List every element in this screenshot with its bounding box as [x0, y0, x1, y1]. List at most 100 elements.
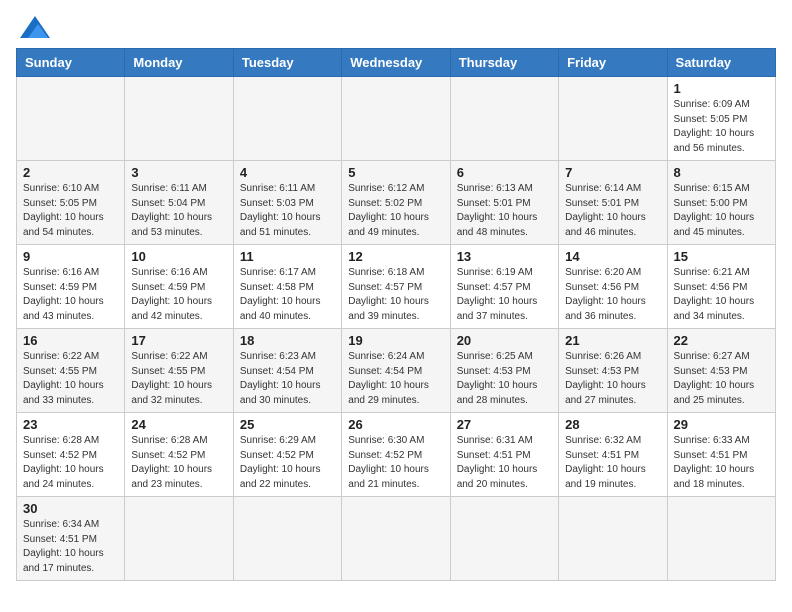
- calendar-cell: 15Sunrise: 6:21 AM Sunset: 4:56 PM Dayli…: [667, 245, 775, 329]
- day-number: 21: [565, 333, 660, 348]
- day-number: 3: [131, 165, 226, 180]
- day-info: Sunrise: 6:20 AM Sunset: 4:56 PM Dayligh…: [565, 266, 660, 324]
- day-number: 17: [131, 333, 226, 348]
- day-info: Sunrise: 6:23 AM Sunset: 4:54 PM Dayligh…: [240, 350, 335, 408]
- calendar-cell: 1 Sunrise: 6:09 AM Sunset: 5:05 PM Daylig…: [667, 77, 775, 161]
- weekday-header-saturday: Saturday: [667, 49, 775, 77]
- day-info: Sunrise: 6:12 AM Sunset: 5:02 PM Dayligh…: [348, 182, 443, 240]
- weekday-header-friday: Friday: [559, 49, 667, 77]
- calendar-cell: [233, 497, 341, 581]
- week-row-2: 9 Sunrise: 6:16 AM Sunset: 4:59 PM Daylig…: [17, 245, 776, 329]
- calendar-cell: 25Sunrise: 6:29 AM Sunset: 4:52 PM Dayli…: [233, 413, 341, 497]
- week-row-1: 2Sunrise: 6:10 AM Sunset: 5:05 PM Daylig…: [17, 161, 776, 245]
- week-row-3: 16 Sunrise: 6:22 AM Sunset: 4:55 PM Dayli…: [17, 329, 776, 413]
- weekday-header-wednesday: Wednesday: [342, 49, 450, 77]
- day-info: Sunrise: 6:09 AM Sunset: 5:05 PM Dayligh…: [674, 98, 769, 156]
- calendar-cell: [450, 497, 558, 581]
- day-number: 11: [240, 249, 335, 264]
- logo: [16, 16, 50, 38]
- calendar-cell: [667, 497, 775, 581]
- calendar-cell: 6 Sunrise: 6:13 AM Sunset: 5:01 PM Daylig…: [450, 161, 558, 245]
- calendar-cell: 9Sunrise: 6:16 AM Sunset: 4:59 PM Daylig…: [17, 245, 125, 329]
- day-number: 12: [348, 249, 443, 264]
- day-info: Sunrise: 6:11 AM Sunset: 5:04 PM Dayligh…: [131, 182, 226, 240]
- calendar-cell: [342, 77, 450, 161]
- day-number: 13: [457, 249, 552, 264]
- calendar-cell: 26 Sunrise: 6:30 AM Sunset: 4:52 PM Dayli…: [342, 413, 450, 497]
- day-number: 23: [23, 417, 118, 432]
- day-info: Sunrise: 6:28 AM Sunset: 4:52 PM Dayligh…: [23, 434, 118, 492]
- header: [16, 16, 776, 38]
- day-number: 10: [131, 249, 226, 264]
- day-number: 5: [348, 165, 443, 180]
- week-row-4: 23 Sunrise: 6:28 AM Sunset: 4:52 PM Dayli…: [17, 413, 776, 497]
- day-number: 4: [240, 165, 335, 180]
- day-number: 30: [23, 501, 118, 516]
- day-number: 15: [674, 249, 769, 264]
- day-number: 8: [674, 165, 769, 180]
- week-row-0: 1 Sunrise: 6:09 AM Sunset: 5:05 PM Daylig…: [17, 77, 776, 161]
- day-info: Sunrise: 6:17 AM Sunset: 4:58 PM Dayligh…: [240, 266, 335, 324]
- day-info: Sunrise: 6:24 AM Sunset: 4:54 PM Dayligh…: [348, 350, 443, 408]
- day-info: Sunrise: 6:29 AM Sunset: 4:52 PM Dayligh…: [240, 434, 335, 492]
- weekday-header-monday: Monday: [125, 49, 233, 77]
- calendar-cell: 20 Sunrise: 6:25 AM Sunset: 4:53 PM Dayli…: [450, 329, 558, 413]
- calendar-cell: 4Sunrise: 6:11 AM Sunset: 5:03 PM Daylig…: [233, 161, 341, 245]
- calendar-cell: 21 Sunrise: 6:26 AM Sunset: 4:53 PM Dayli…: [559, 329, 667, 413]
- calendar-cell: 12 Sunrise: 6:18 AM Sunset: 4:57 PM Dayli…: [342, 245, 450, 329]
- day-info: Sunrise: 6:18 AM Sunset: 4:57 PM Dayligh…: [348, 266, 443, 324]
- calendar-cell: 11 Sunrise: 6:17 AM Sunset: 4:58 PM Dayli…: [233, 245, 341, 329]
- day-info: Sunrise: 6:28 AM Sunset: 4:52 PM Dayligh…: [131, 434, 226, 492]
- calendar-cell: 18Sunrise: 6:23 AM Sunset: 4:54 PM Dayli…: [233, 329, 341, 413]
- day-info: Sunrise: 6:26 AM Sunset: 4:53 PM Dayligh…: [565, 350, 660, 408]
- calendar-cell: [559, 497, 667, 581]
- calendar-cell: 8 Sunrise: 6:15 AM Sunset: 5:00 PM Daylig…: [667, 161, 775, 245]
- weekday-header-thursday: Thursday: [450, 49, 558, 77]
- day-number: 29: [674, 417, 769, 432]
- calendar-cell: 13Sunrise: 6:19 AM Sunset: 4:57 PM Dayli…: [450, 245, 558, 329]
- day-info: Sunrise: 6:32 AM Sunset: 4:51 PM Dayligh…: [565, 434, 660, 492]
- day-number: 1: [674, 81, 769, 96]
- calendar-cell: [233, 77, 341, 161]
- calendar-cell: 22 Sunrise: 6:27 AM Sunset: 4:53 PM Dayli…: [667, 329, 775, 413]
- calendar-cell: 27Sunrise: 6:31 AM Sunset: 4:51 PM Dayli…: [450, 413, 558, 497]
- day-number: 20: [457, 333, 552, 348]
- day-info: Sunrise: 6:27 AM Sunset: 4:53 PM Dayligh…: [674, 350, 769, 408]
- weekday-header-row: SundayMondayTuesdayWednesdayThursdayFrid…: [17, 49, 776, 77]
- day-info: Sunrise: 6:15 AM Sunset: 5:00 PM Dayligh…: [674, 182, 769, 240]
- day-number: 26: [348, 417, 443, 432]
- day-info: Sunrise: 6:33 AM Sunset: 4:51 PM Dayligh…: [674, 434, 769, 492]
- calendar-cell: 14 Sunrise: 6:20 AM Sunset: 4:56 PM Dayli…: [559, 245, 667, 329]
- day-number: 16: [23, 333, 118, 348]
- calendar-cell: 3 Sunrise: 6:11 AM Sunset: 5:04 PM Daylig…: [125, 161, 233, 245]
- calendar-cell: 17Sunrise: 6:22 AM Sunset: 4:55 PM Dayli…: [125, 329, 233, 413]
- day-number: 9: [23, 249, 118, 264]
- day-number: 27: [457, 417, 552, 432]
- day-info: Sunrise: 6:30 AM Sunset: 4:52 PM Dayligh…: [348, 434, 443, 492]
- logo-icon: [20, 16, 50, 38]
- weekday-header-tuesday: Tuesday: [233, 49, 341, 77]
- week-row-5: 30Sunrise: 6:34 AM Sunset: 4:51 PM Dayli…: [17, 497, 776, 581]
- day-number: 6: [457, 165, 552, 180]
- day-number: 7: [565, 165, 660, 180]
- day-number: 22: [674, 333, 769, 348]
- calendar-cell: 30Sunrise: 6:34 AM Sunset: 4:51 PM Dayli…: [17, 497, 125, 581]
- day-number: 24: [131, 417, 226, 432]
- day-info: Sunrise: 6:10 AM Sunset: 5:05 PM Dayligh…: [23, 182, 118, 240]
- calendar-cell: 2Sunrise: 6:10 AM Sunset: 5:05 PM Daylig…: [17, 161, 125, 245]
- day-info: Sunrise: 6:16 AM Sunset: 4:59 PM Dayligh…: [131, 266, 226, 324]
- calendar-cell: [450, 77, 558, 161]
- calendar-cell: [125, 77, 233, 161]
- calendar-cell: [342, 497, 450, 581]
- day-number: 14: [565, 249, 660, 264]
- calendar-cell: 29 Sunrise: 6:33 AM Sunset: 4:51 PM Dayli…: [667, 413, 775, 497]
- weekday-header-sunday: Sunday: [17, 49, 125, 77]
- day-info: Sunrise: 6:22 AM Sunset: 4:55 PM Dayligh…: [23, 350, 118, 408]
- calendar-cell: 23 Sunrise: 6:28 AM Sunset: 4:52 PM Dayli…: [17, 413, 125, 497]
- calendar-cell: 19Sunrise: 6:24 AM Sunset: 4:54 PM Dayli…: [342, 329, 450, 413]
- day-info: Sunrise: 6:25 AM Sunset: 4:53 PM Dayligh…: [457, 350, 552, 408]
- day-number: 28: [565, 417, 660, 432]
- day-info: Sunrise: 6:13 AM Sunset: 5:01 PM Dayligh…: [457, 182, 552, 240]
- day-info: Sunrise: 6:14 AM Sunset: 5:01 PM Dayligh…: [565, 182, 660, 240]
- calendar-cell: 16 Sunrise: 6:22 AM Sunset: 4:55 PM Dayli…: [17, 329, 125, 413]
